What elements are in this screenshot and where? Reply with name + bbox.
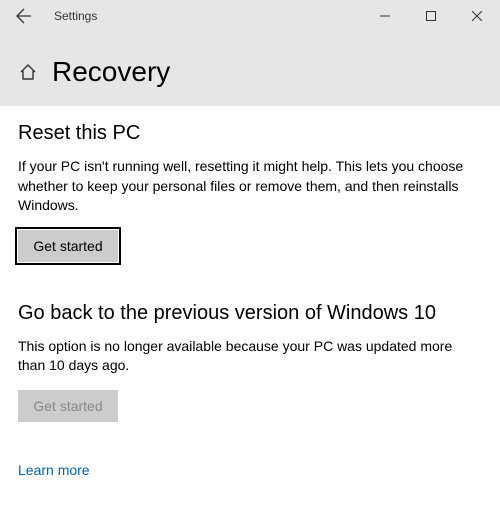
reset-heading: Reset this PC: [18, 122, 482, 145]
reset-description: If your PC isn't running well, resetting…: [18, 157, 482, 216]
titlebar: Settings: [0, 0, 500, 32]
page-title: Recovery: [52, 56, 170, 88]
window-controls: [362, 0, 500, 32]
titlebar-left: Settings: [8, 0, 97, 32]
goback-description: This option is no longer available becau…: [18, 337, 482, 376]
learn-more-link[interactable]: Learn more: [18, 462, 482, 478]
goback-heading: Go back to the previous version of Windo…: [18, 302, 482, 325]
close-button[interactable]: [454, 0, 500, 32]
minimize-button[interactable]: [362, 0, 408, 32]
maximize-icon: [426, 11, 436, 21]
arrow-left-icon: [16, 8, 32, 24]
home-button[interactable]: [18, 62, 38, 82]
home-icon: [18, 62, 38, 82]
page-header: Recovery: [0, 32, 500, 106]
content-area: Reset this PC If your PC isn't running w…: [0, 106, 500, 494]
app-title: Settings: [54, 9, 97, 23]
goback-section: Go back to the previous version of Windo…: [18, 302, 482, 422]
goback-get-started-button: Get started: [18, 390, 118, 422]
minimize-icon: [380, 11, 390, 21]
close-icon: [472, 11, 482, 21]
reset-get-started-button[interactable]: Get started: [18, 230, 118, 262]
maximize-button[interactable]: [408, 0, 454, 32]
back-button[interactable]: [8, 0, 40, 32]
reset-section: Reset this PC If your PC isn't running w…: [18, 122, 482, 262]
